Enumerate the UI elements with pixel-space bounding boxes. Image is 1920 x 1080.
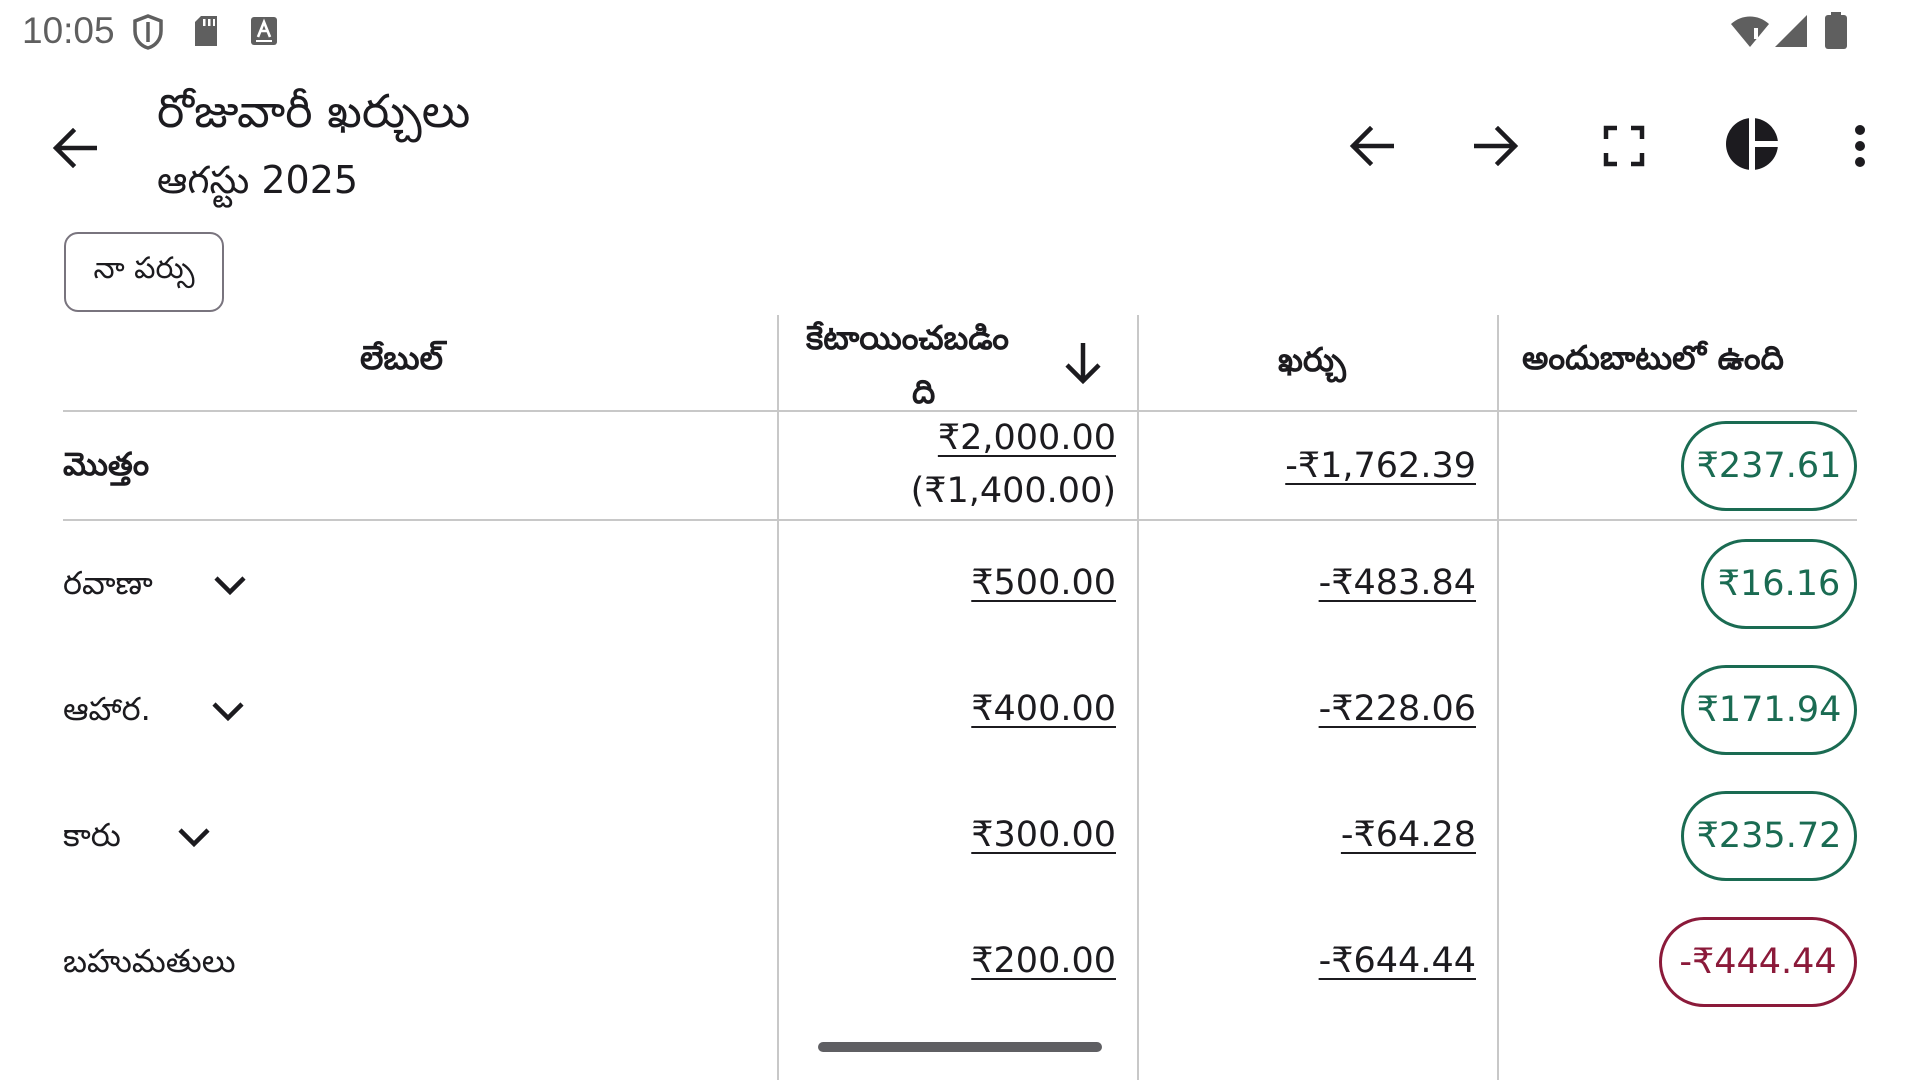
row-allocated[interactable]: ₹200.00	[971, 941, 1116, 981]
budget-table: లేబుల్ కేటాయించబడిం ది ఖర్చు అందుబాటులో …	[0, 0, 1920, 1080]
row-spent[interactable]: -₹644.44	[1319, 941, 1476, 981]
column-divider	[777, 315, 779, 1080]
chevron-down-icon[interactable]	[172, 815, 216, 859]
row-available-badge[interactable]: -₹444.44	[1659, 917, 1857, 1007]
row-allocated[interactable]: ₹300.00	[971, 815, 1116, 855]
horizontal-scrollbar[interactable]	[818, 1042, 1102, 1052]
column-divider	[1137, 315, 1139, 1080]
total-available-badge[interactable]: ₹237.61	[1681, 421, 1857, 511]
chevron-down-icon[interactable]	[206, 689, 250, 733]
category-label: ఆహార.	[63, 690, 151, 728]
total-allocated-note: (₹1,400.00)	[910, 471, 1116, 511]
column-header-available[interactable]: అందుబాటులో ఉంది	[1522, 338, 1784, 385]
total-allocated[interactable]: ₹2,000.00	[938, 418, 1116, 458]
column-header-spent[interactable]: ఖర్చు	[1278, 340, 1346, 387]
row-available-badge[interactable]: ₹171.94	[1681, 665, 1857, 755]
row-available-badge[interactable]: ₹235.72	[1681, 791, 1857, 881]
chevron-down-icon[interactable]	[208, 563, 252, 607]
total-divider	[63, 519, 1857, 521]
column-divider	[1497, 315, 1499, 1080]
header-divider	[63, 410, 1857, 412]
row-spent[interactable]: -₹483.84	[1319, 563, 1476, 603]
category-label: రవాణా	[63, 564, 153, 602]
row-available-badge[interactable]: ₹16.16	[1701, 539, 1857, 629]
row-spent[interactable]: -₹228.06	[1319, 689, 1476, 729]
total-label: మొత్తం	[63, 445, 150, 483]
total-spent[interactable]: -₹1,762.39	[1285, 446, 1476, 486]
column-header-allocated[interactable]: కేటాయించబడిం	[806, 318, 1009, 365]
category-label: కారు	[63, 816, 121, 854]
row-allocated[interactable]: ₹400.00	[971, 689, 1116, 729]
category-label: బహుమతులు	[63, 942, 236, 980]
app-screen: 10:05 రోజువారీ ఖర్చులు ఆగస్టు 2025 నా పర…	[0, 0, 1920, 1080]
column-header-allocated-wrap: ది	[912, 372, 936, 411]
row-spent[interactable]: -₹64.28	[1341, 815, 1476, 855]
column-header-label[interactable]: లేబుల్	[360, 338, 443, 385]
row-allocated[interactable]: ₹500.00	[971, 563, 1116, 603]
arrow-down-icon[interactable]	[1048, 328, 1118, 398]
